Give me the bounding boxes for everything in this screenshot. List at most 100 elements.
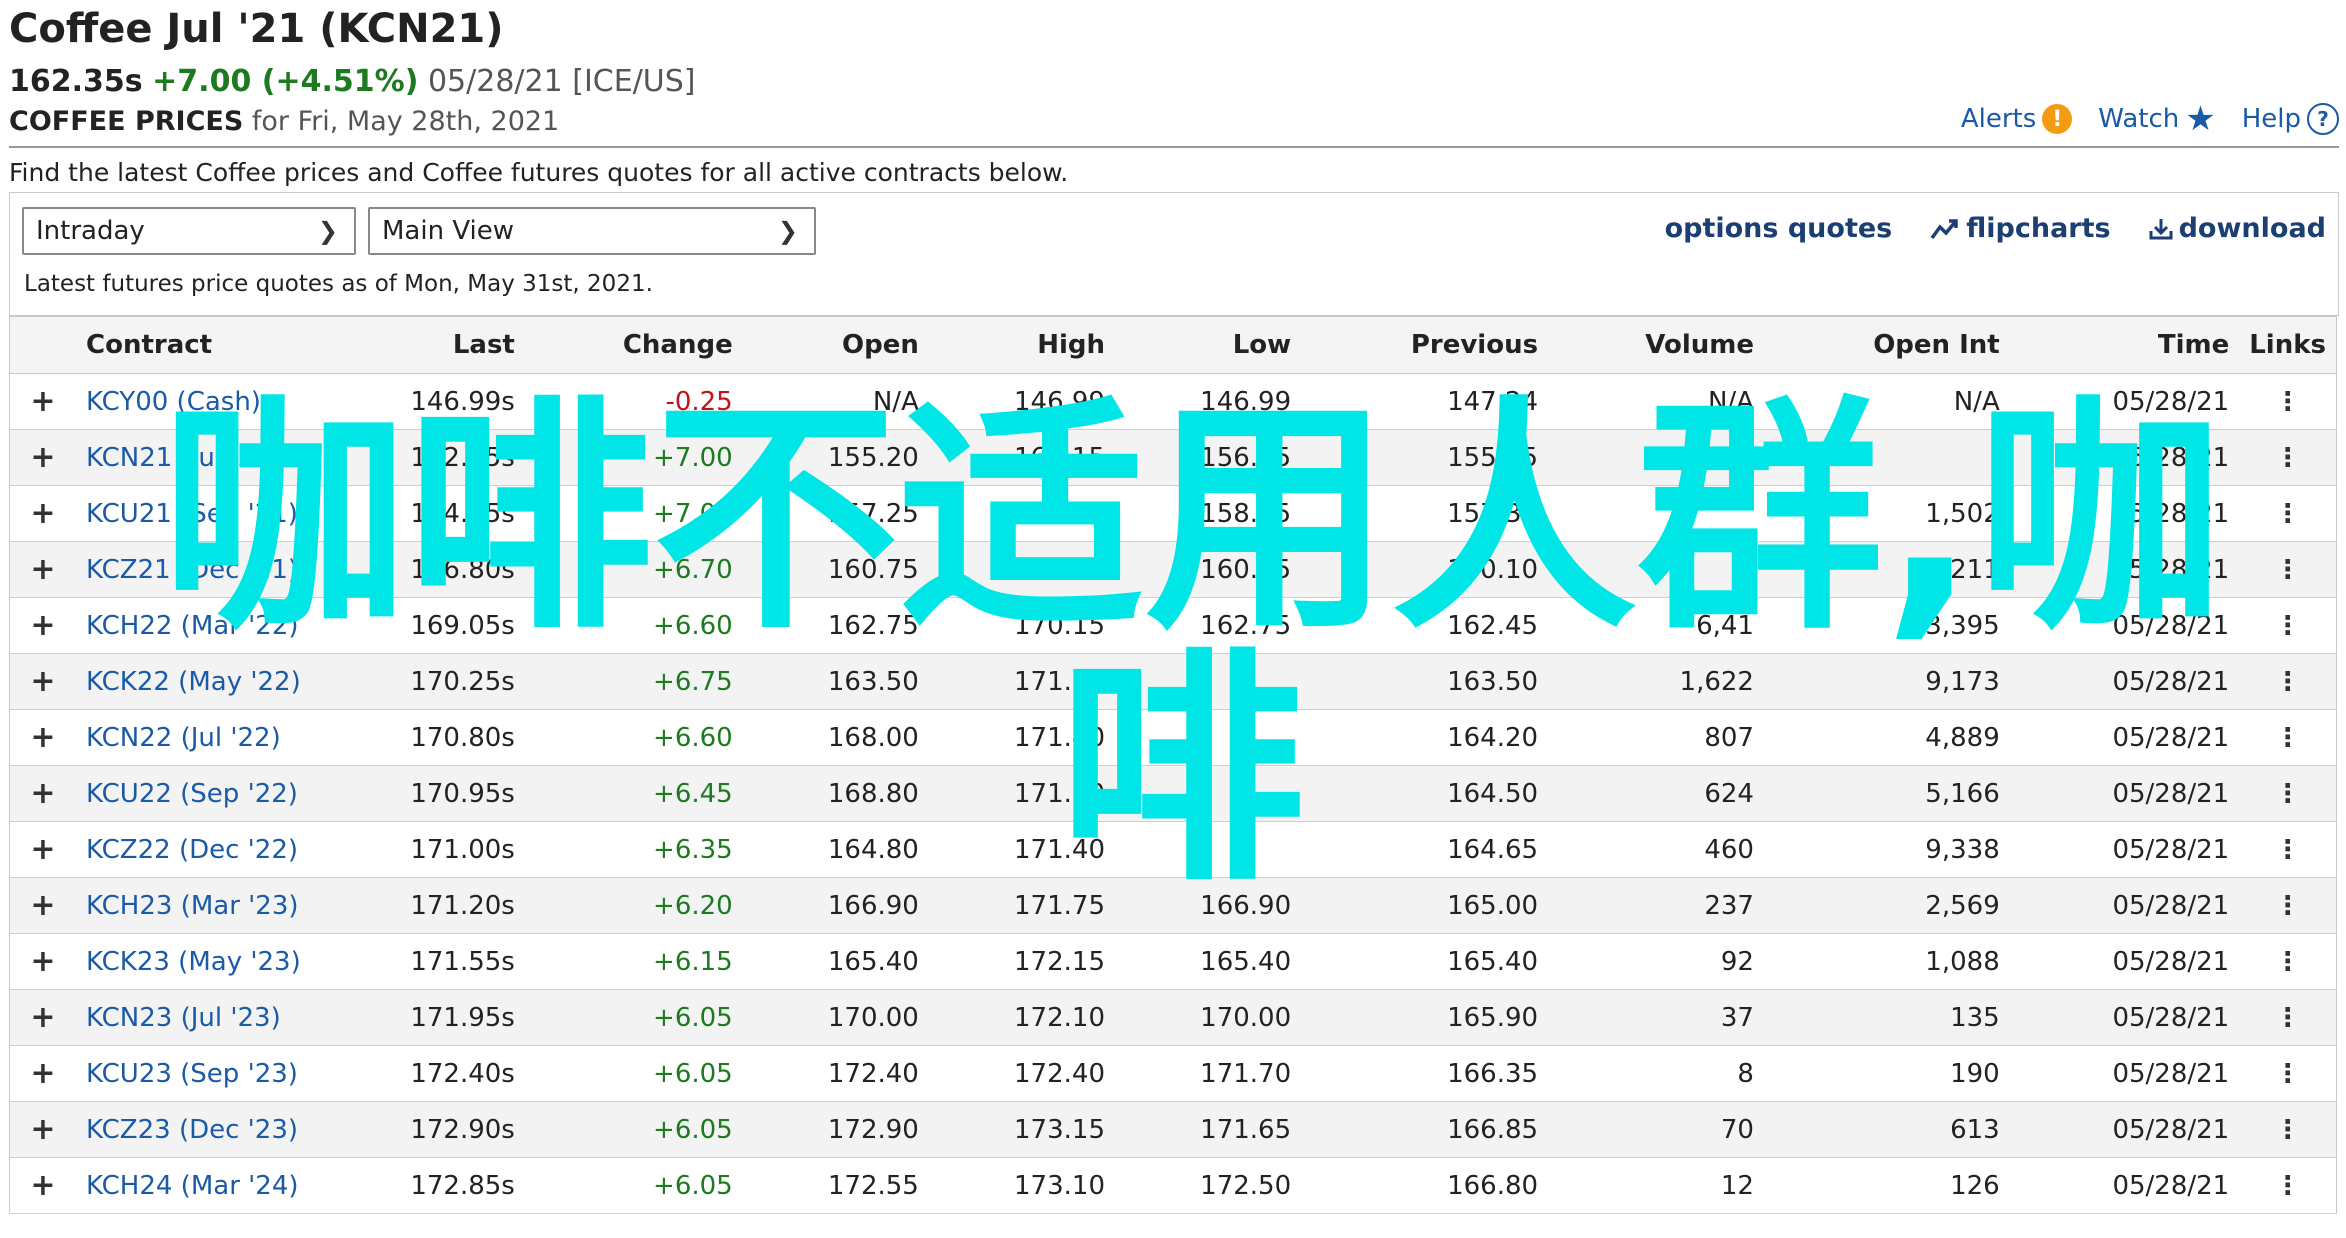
contract-link[interactable]: KCU23 (Sep '23) xyxy=(76,1045,316,1102)
cell-open-int: 613 xyxy=(1763,1101,2010,1158)
cell-previous: 164.65 xyxy=(1301,821,1549,878)
vertical-dots-icon[interactable]: ⋮ xyxy=(2239,821,2337,878)
contract-link[interactable]: KCU22 (Sep '22) xyxy=(76,765,316,822)
vertical-dots-icon[interactable]: ⋮ xyxy=(2239,373,2337,430)
cell-previous: 147.24 xyxy=(1301,373,1549,430)
plus-icon[interactable]: + xyxy=(9,709,76,766)
contract-link[interactable]: KCZ22 (Dec '22) xyxy=(76,821,316,878)
plus-icon[interactable]: + xyxy=(9,821,76,878)
cell-volume: 1,622 xyxy=(1548,653,1764,710)
col-header[interactable]: High xyxy=(928,316,1115,374)
contract-link[interactable]: KCH22 (Mar '22) xyxy=(76,597,316,654)
plus-icon[interactable]: + xyxy=(9,597,76,654)
watch-link[interactable]: Watch ★ xyxy=(2098,102,2215,136)
table-row: + KCZ21 (Dec '21) 166.80s +6.70 160.75 167.85… xyxy=(9,541,2337,598)
contract-link[interactable]: KCY00 (Cash) xyxy=(76,373,316,430)
alerts-link[interactable]: Alerts ! xyxy=(1961,102,2073,136)
options-quotes-link[interactable]: options quotes xyxy=(1665,213,1893,244)
contract-link[interactable]: KCN23 (Jul '23) xyxy=(76,989,316,1046)
cell-volume xyxy=(1548,541,1764,598)
cell-high: 170.15 xyxy=(928,597,1115,654)
vertical-dots-icon[interactable]: ⋮ xyxy=(2239,485,2337,542)
cell-open: 168.00 xyxy=(742,709,929,766)
plus-icon[interactable]: + xyxy=(9,485,76,542)
plus-icon[interactable]: + xyxy=(9,989,76,1046)
timeframe-select[interactable]: Intraday ❯ xyxy=(22,207,356,255)
plus-icon[interactable]: + xyxy=(9,765,76,822)
vertical-dots-icon[interactable]: ⋮ xyxy=(2239,709,2337,766)
col-header[interactable]: Volume xyxy=(1548,316,1764,374)
cell-open: 168.80 xyxy=(742,765,929,822)
vertical-dots-icon[interactable]: ⋮ xyxy=(2239,1045,2337,1102)
plus-icon[interactable]: + xyxy=(9,933,76,990)
cell-volume: 6,41 xyxy=(1548,597,1764,654)
cell-volume: 460 xyxy=(1548,821,1764,878)
contract-link[interactable]: KCZ23 (Dec '23) xyxy=(76,1101,316,1158)
vertical-dots-icon[interactable]: ⋮ xyxy=(2239,765,2337,822)
vertical-dots-icon[interactable]: ⋮ xyxy=(2239,597,2337,654)
tool-links: options quotes flipcharts download xyxy=(1665,213,2326,244)
cell-open-int: 33,395 xyxy=(1763,597,2010,654)
vertical-dots-icon[interactable]: ⋮ xyxy=(2239,653,2337,710)
cell-change: +6.20 xyxy=(524,877,743,934)
last-price: 162.35s xyxy=(9,64,143,99)
cell-volume xyxy=(1548,485,1764,542)
plus-icon[interactable]: + xyxy=(9,1101,76,1158)
vertical-dots-icon[interactable]: ⋮ xyxy=(2239,1157,2337,1214)
cell-open-int: 190 xyxy=(1763,1045,2010,1102)
contract-link[interactable]: KCN22 (Jul '22) xyxy=(76,709,316,766)
plus-icon[interactable]: + xyxy=(9,429,76,486)
contract-link[interactable]: KCH24 (Mar '24) xyxy=(76,1157,316,1214)
cell-low: 162.75 xyxy=(1115,597,1302,654)
cell-open-int: 1,502 xyxy=(1763,485,2010,542)
col-header[interactable]: Contract xyxy=(76,316,316,374)
table-row: + KCU22 (Sep '22) 170.95s +6.45 168.80 171.50… xyxy=(9,765,2337,822)
cell-volume: 12 xyxy=(1548,1157,1764,1214)
contract-link[interactable]: KCU21 (Sep '21) xyxy=(76,485,316,542)
vertical-dots-icon[interactable]: ⋮ xyxy=(2239,989,2337,1046)
plus-icon[interactable]: + xyxy=(9,877,76,934)
cell-low: 166.90 xyxy=(1115,877,1302,934)
vertical-dots-icon[interactable]: ⋮ xyxy=(2239,429,2337,486)
vertical-dots-icon[interactable]: ⋮ xyxy=(2239,1101,2337,1158)
cell-high: 171.40 xyxy=(928,821,1115,878)
plus-icon[interactable]: + xyxy=(9,653,76,710)
col-header[interactable]: Open xyxy=(742,316,929,374)
plus-icon[interactable]: + xyxy=(9,541,76,598)
header-links: Alerts ! Watch ★ Help ? xyxy=(1961,102,2339,136)
chevron-down-icon: ❯ xyxy=(317,217,338,245)
cell-high: 171.50 xyxy=(928,765,1115,822)
contract-link[interactable]: KCH23 (Mar '23) xyxy=(76,877,316,934)
plus-icon[interactable]: + xyxy=(9,1157,76,1214)
cell-time: 05/28/21 xyxy=(2009,541,2240,598)
star-icon: ★ xyxy=(2185,99,2216,139)
vertical-dots-icon[interactable]: ⋮ xyxy=(2239,933,2337,990)
help-link[interactable]: Help ? xyxy=(2242,102,2339,136)
table-row: + KCK23 (May '23) 171.55s +6.15 165.40 172.15… xyxy=(9,933,2337,990)
col-header[interactable]: Last xyxy=(316,316,525,374)
col-header[interactable]: Time xyxy=(2009,316,2240,374)
col-header[interactable]: Change xyxy=(524,316,743,374)
timeframe-value: Intraday xyxy=(36,216,145,246)
cell-time: 05/28/21 xyxy=(2009,709,2240,766)
col-header[interactable]: Low xyxy=(1115,316,1302,374)
col-header[interactable]: Previous xyxy=(1301,316,1549,374)
table-row: + KCN21 (Jul '21) 162.35s +7.00 155.20 163.15… xyxy=(9,429,2337,486)
cell-change: +7.00 xyxy=(524,429,743,486)
plus-icon[interactable]: + xyxy=(9,1045,76,1102)
cell-high: 173.10 xyxy=(928,1157,1115,1214)
flipcharts-link[interactable]: flipcharts xyxy=(1930,213,2111,244)
plus-icon[interactable]: + xyxy=(9,373,76,430)
cell-low: 156.35 xyxy=(1115,429,1302,486)
vertical-dots-icon[interactable]: ⋮ xyxy=(2239,877,2337,934)
contract-link[interactable]: KCK23 (May '23) xyxy=(76,933,316,990)
contract-link[interactable]: KCN21 (Jul '21) xyxy=(76,429,316,486)
cell-previous: 166.85 xyxy=(1301,1101,1549,1158)
contract-link[interactable]: KCZ21 (Dec '21) xyxy=(76,541,316,598)
cell-open-int: 135 xyxy=(1763,989,2010,1046)
col-header[interactable]: Open Int xyxy=(1763,316,2010,374)
contract-link[interactable]: KCK22 (May '22) xyxy=(76,653,316,710)
view-select[interactable]: Main View ❯ xyxy=(368,207,816,255)
vertical-dots-icon[interactable]: ⋮ xyxy=(2239,541,2337,598)
download-link[interactable]: download xyxy=(2149,213,2326,244)
